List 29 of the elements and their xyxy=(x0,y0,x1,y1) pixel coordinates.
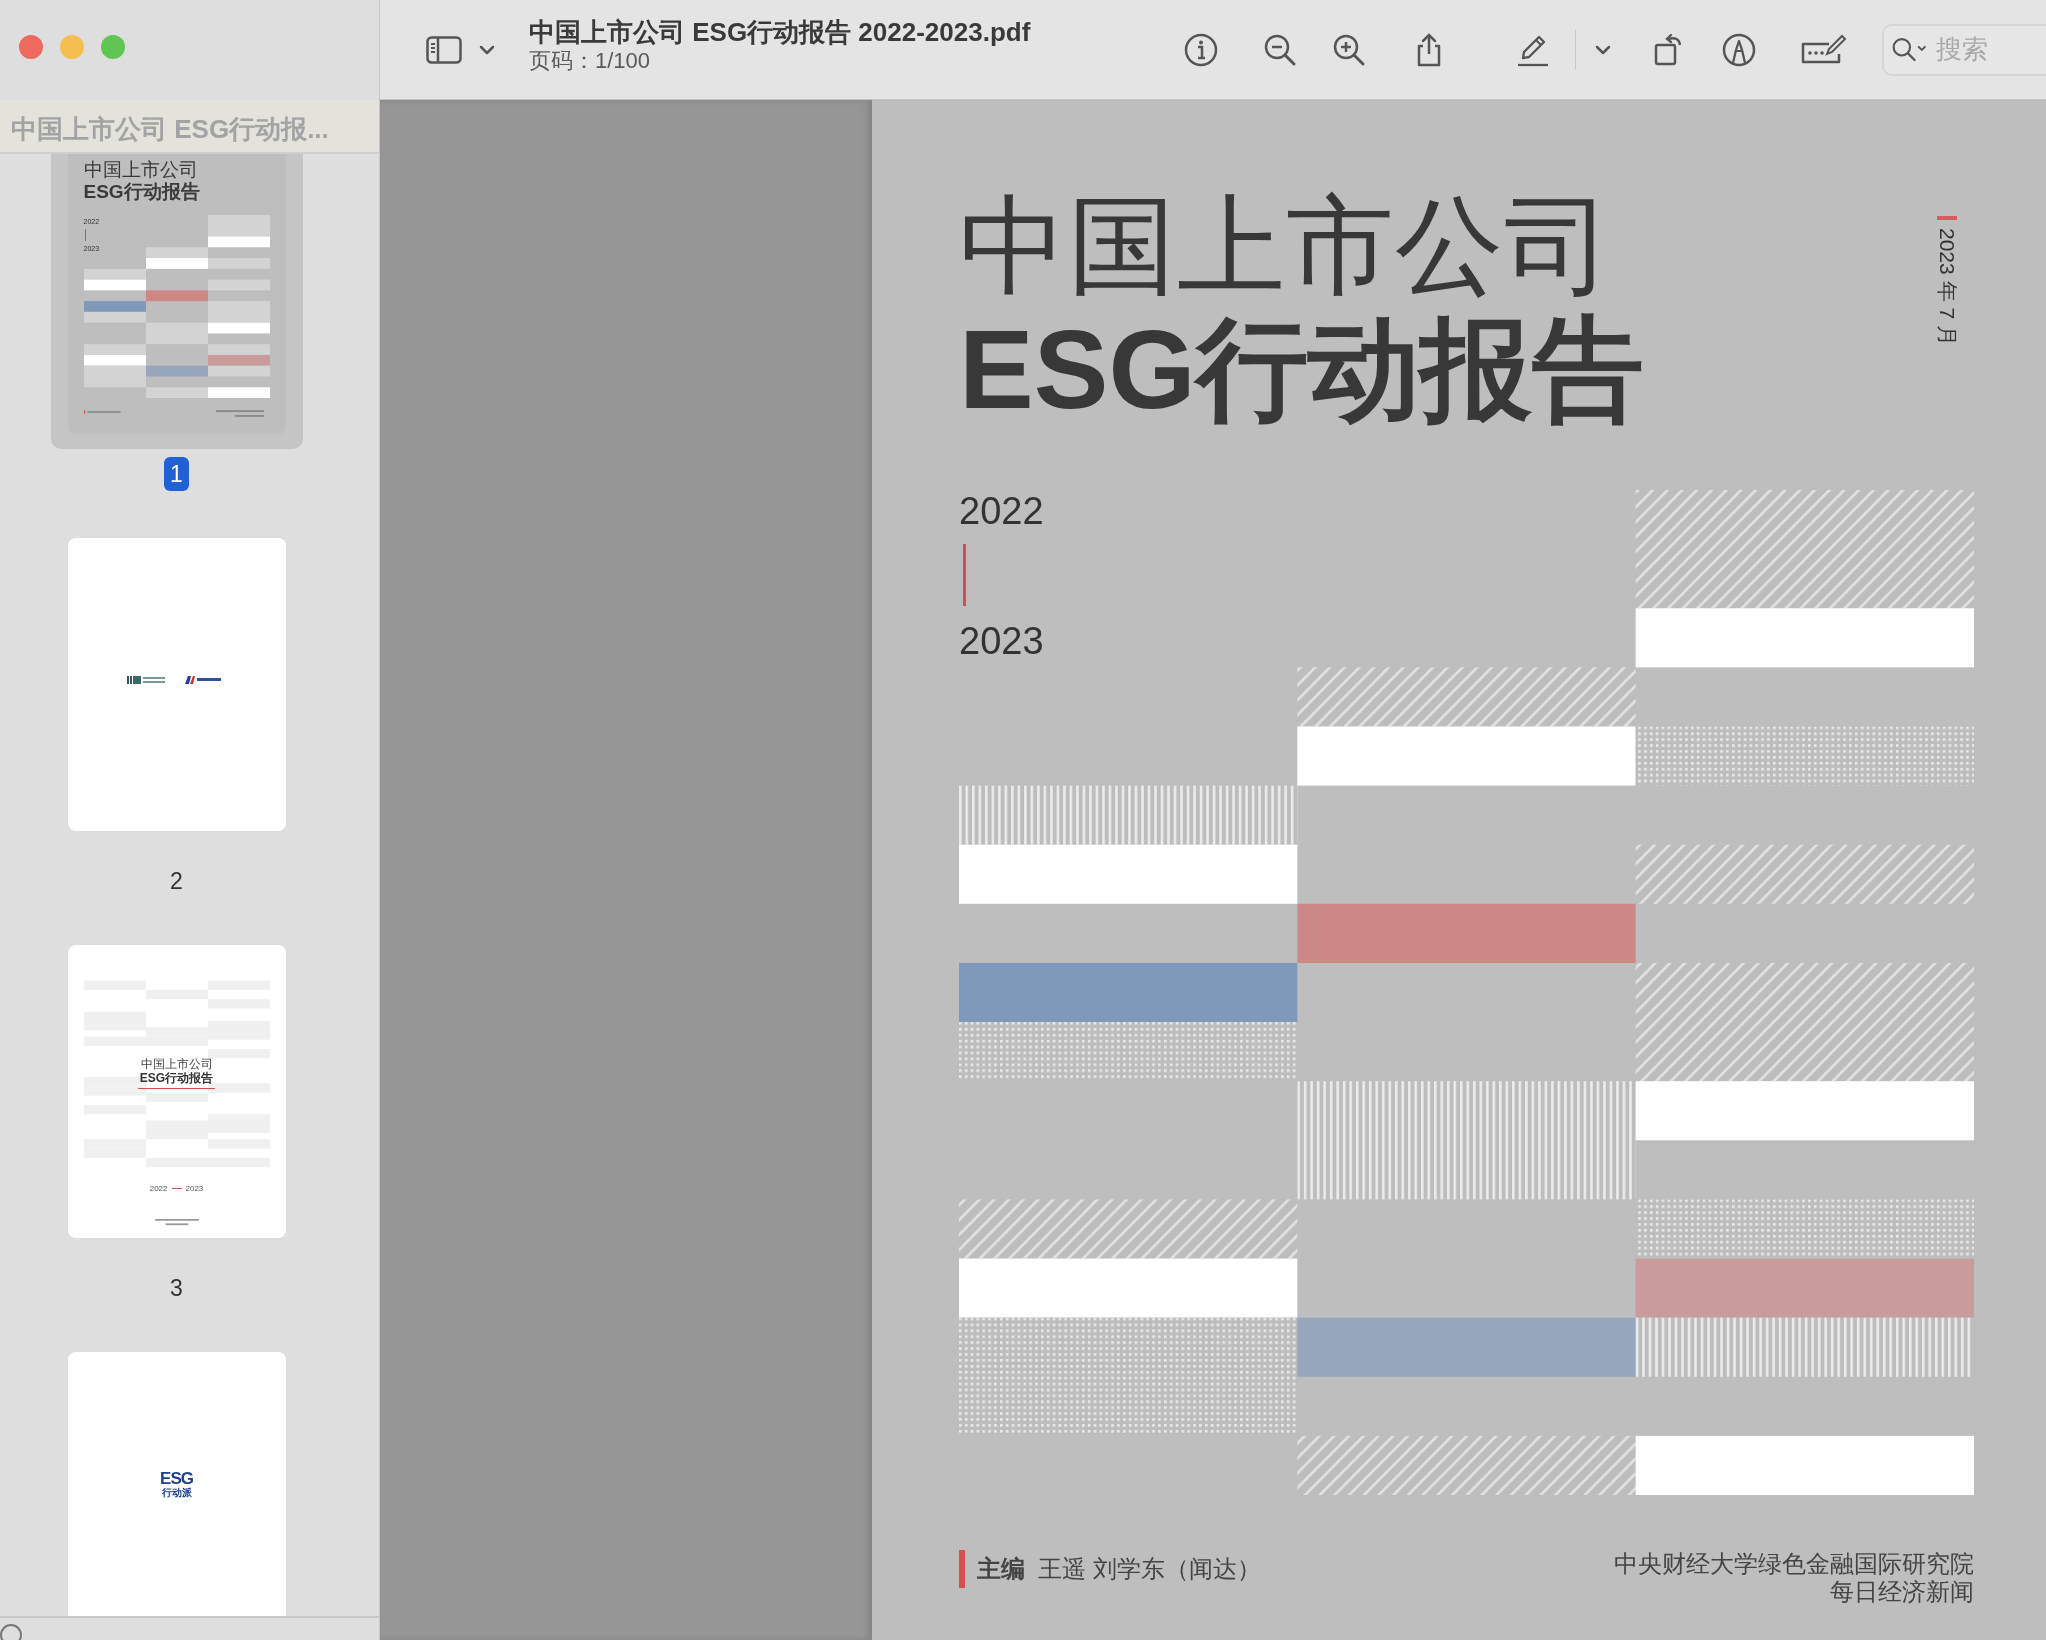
sidebar-toggle-icon[interactable] xyxy=(426,35,462,64)
cover-title: 中国上市公司 xyxy=(959,184,1614,308)
page-indicator: 页码：1/100 xyxy=(529,46,652,75)
thumbnail-year: 2023 xyxy=(185,1184,204,1193)
page-number: 2 xyxy=(169,867,184,896)
publisher-name: 每日经济新闻 xyxy=(1830,1578,1974,1606)
footer-text-drawing xyxy=(215,410,264,418)
cover-year: 2023 xyxy=(959,620,1044,662)
cover-title: ESG行动报告 xyxy=(959,308,1644,432)
thumbnail-year: 2022 xyxy=(149,1184,168,1193)
editors-text: 主编 王遥 刘学东（闻达） xyxy=(977,1554,1261,1584)
circle-icon[interactable] xyxy=(0,1624,22,1640)
publisher-name: 中央财经大学绿色金融国际研究院 xyxy=(1614,1550,1974,1578)
thumbnail-title: 中国上市公司 xyxy=(139,1057,214,1071)
thumbnail-title: 中国上市公司 xyxy=(83,159,199,181)
cover-year: 2022 xyxy=(959,490,1044,532)
markup-icon[interactable] xyxy=(1721,31,1757,68)
sidebar-title: 中国上市公司 ESG行动报... xyxy=(11,114,329,144)
thumbnail-title: ESG行动报告 xyxy=(139,1071,214,1085)
footer-text-drawing xyxy=(154,1219,199,1226)
page-number: 1 xyxy=(164,457,189,491)
cover-date: 2023 年 7 月 xyxy=(1935,228,1960,346)
info-icon[interactable] xyxy=(1183,31,1219,68)
emblem-logo: ESG xyxy=(160,1470,193,1487)
document-title: 中国上市公司 ESG行动报告 2022-2023.pdf xyxy=(529,16,1032,47)
thumbnail-title: ESG行动报告 xyxy=(83,181,201,203)
page-number: 3 xyxy=(169,1274,184,1303)
search-field[interactable]: 搜索 xyxy=(1882,23,2046,76)
emblem-caption: 行动派 xyxy=(161,1487,192,1499)
